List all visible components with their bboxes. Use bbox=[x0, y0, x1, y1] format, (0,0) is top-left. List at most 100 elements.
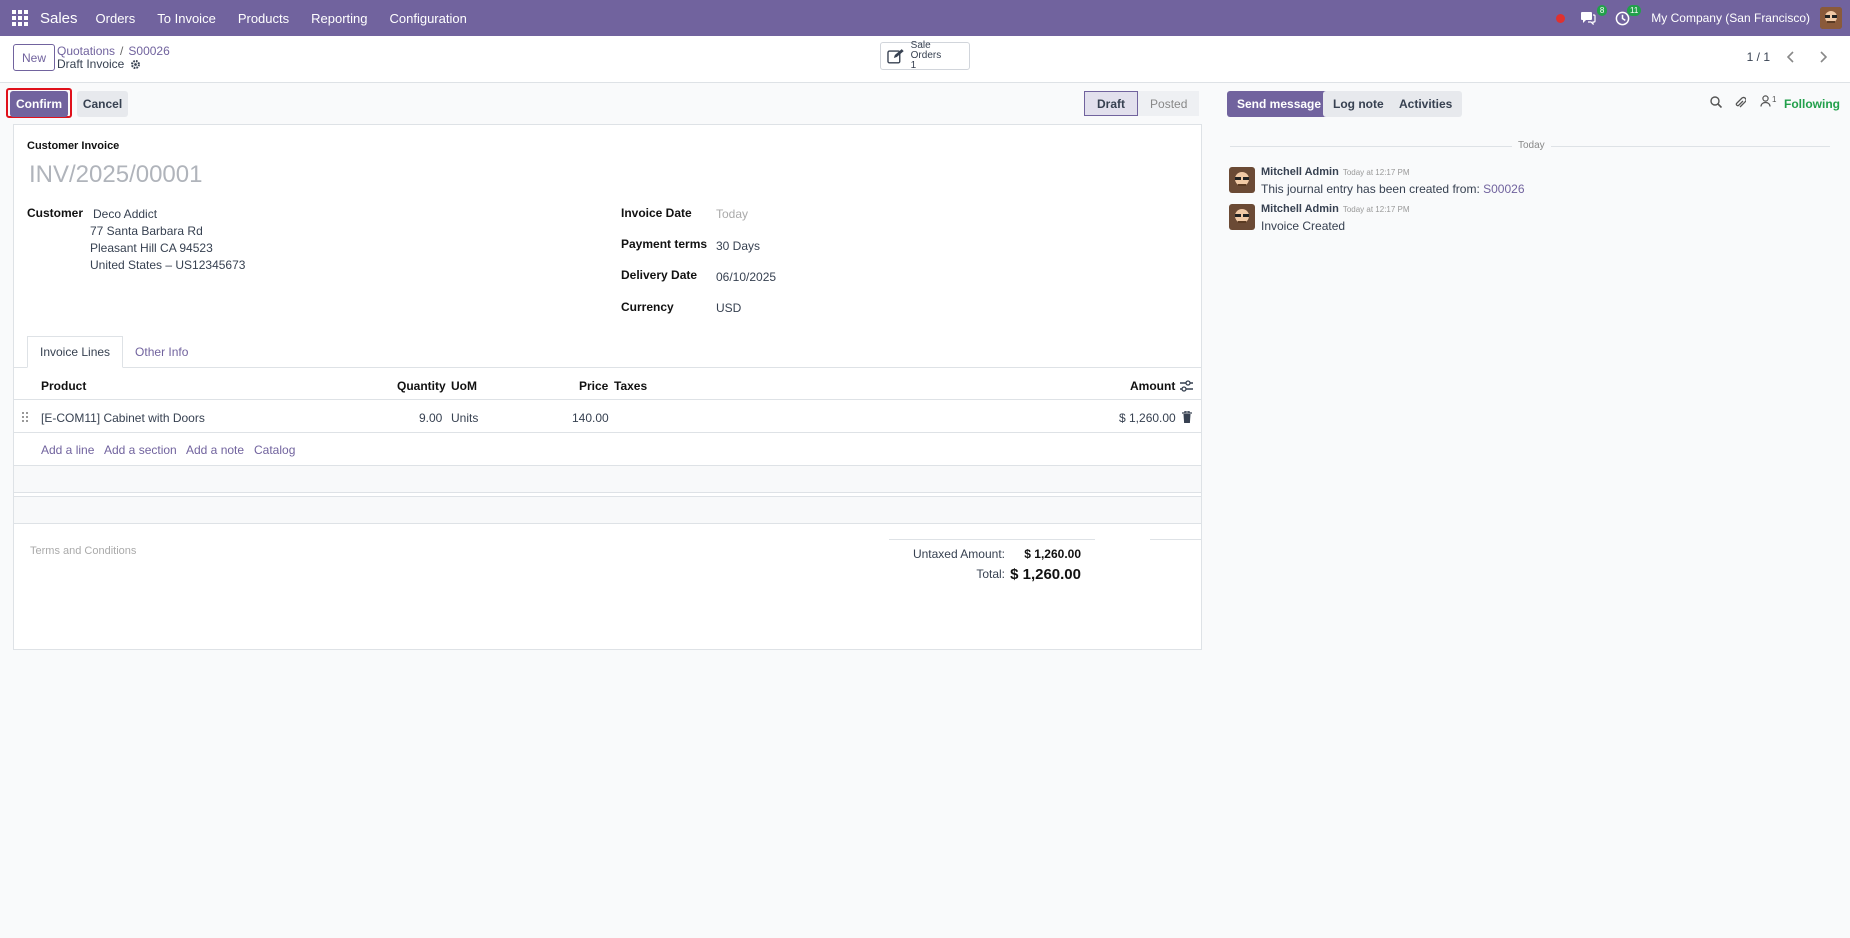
line-product[interactable]: [E-COM11] Cabinet with Doors bbox=[41, 411, 205, 425]
menu-configuration[interactable]: Configuration bbox=[386, 11, 471, 26]
customer-field[interactable]: Deco Addict bbox=[93, 207, 157, 221]
menu-orders[interactable]: Orders bbox=[92, 11, 140, 26]
confirm-button[interactable]: Confirm bbox=[10, 91, 68, 117]
record-title-text: Draft Invoice bbox=[57, 57, 125, 71]
col-taxes[interactable]: Taxes bbox=[614, 379, 647, 393]
column-settings-icon[interactable] bbox=[1180, 380, 1193, 392]
totals-top-divider bbox=[889, 539, 1095, 540]
notebook-tabs: Invoice Lines Other Info bbox=[27, 336, 200, 368]
trash-icon[interactable] bbox=[1182, 411, 1192, 423]
invoice-number[interactable]: INV/2025/00001 bbox=[29, 161, 202, 189]
message-author[interactable]: Mitchell Admin Today at 12:17 PM bbox=[1261, 166, 1410, 178]
message-author-name[interactable]: Mitchell Admin bbox=[1261, 203, 1339, 215]
edit-icon bbox=[887, 49, 904, 64]
payment-terms-field[interactable]: 30 Days bbox=[716, 239, 760, 253]
message-avatar[interactable] bbox=[1229, 167, 1255, 193]
address-line-2: Pleasant Hill CA 94523 bbox=[90, 241, 213, 255]
add-section-link[interactable]: Add a section bbox=[104, 443, 177, 457]
message-text: This journal entry has been created from… bbox=[1261, 182, 1484, 196]
apps-menu-icon[interactable] bbox=[0, 0, 40, 36]
untaxed-label: Untaxed Amount: bbox=[912, 547, 1005, 561]
status-bar: Draft Posted bbox=[1084, 91, 1200, 116]
status-draft[interactable]: Draft bbox=[1084, 91, 1139, 116]
col-quantity[interactable]: Quantity bbox=[397, 379, 446, 393]
customer-label: Customer bbox=[27, 206, 84, 220]
total-value: $ 1,260.00 bbox=[1010, 566, 1081, 583]
row-divider bbox=[14, 432, 1201, 433]
followers-button[interactable]: 1 bbox=[1760, 95, 1776, 107]
menu-products[interactable]: Products bbox=[234, 11, 293, 26]
date-separator-label: Today bbox=[1512, 140, 1551, 151]
empty-row-1 bbox=[14, 465, 1201, 493]
delivery-date-label: Delivery Date bbox=[621, 268, 698, 282]
search-icon[interactable] bbox=[1710, 96, 1722, 108]
chevron-right-icon[interactable] bbox=[1812, 46, 1834, 68]
col-uom[interactable]: UoM bbox=[451, 379, 477, 393]
drag-handle-icon[interactable] bbox=[22, 412, 28, 422]
address-line-1: 77 Santa Barbara Rd bbox=[90, 224, 203, 238]
currency-field[interactable]: USD bbox=[716, 301, 741, 315]
top-navbar: Sales Orders To Invoice Products Reporti… bbox=[0, 0, 1850, 36]
message-link[interactable]: S00026 bbox=[1483, 182, 1524, 196]
menu-reporting[interactable]: Reporting bbox=[307, 11, 371, 26]
send-message-button[interactable]: Send message bbox=[1227, 91, 1332, 117]
message-body: Invoice Created bbox=[1261, 219, 1346, 233]
user-avatar[interactable] bbox=[1820, 7, 1842, 29]
activities-count-badge: 11 bbox=[1626, 5, 1642, 16]
col-price[interactable]: Price bbox=[579, 379, 608, 393]
header-divider bbox=[14, 399, 1201, 400]
breadcrumb-quotations[interactable]: Quotations bbox=[57, 44, 115, 58]
payment-terms-label: Payment terms bbox=[621, 237, 708, 251]
delivery-date-field[interactable]: 06/10/2025 bbox=[716, 270, 776, 284]
message-author-name[interactable]: Mitchell Admin bbox=[1261, 166, 1339, 178]
menu-to-invoice[interactable]: To Invoice bbox=[153, 11, 220, 26]
invoice-date-field[interactable]: Today bbox=[716, 207, 748, 221]
add-note-link[interactable]: Add a note bbox=[186, 443, 244, 457]
activities-button[interactable]: Activities bbox=[1389, 91, 1463, 117]
address-line-3: United States – US12345673 bbox=[90, 258, 246, 272]
messages-icon[interactable]: 8 bbox=[1577, 5, 1608, 29]
line-price[interactable]: 140.00 bbox=[572, 411, 609, 425]
message-body: This journal entry has been created from… bbox=[1261, 182, 1525, 196]
line-quantity[interactable]: 9.00 bbox=[419, 411, 442, 425]
breadcrumb: Quotations / S00026 bbox=[57, 44, 170, 58]
message-avatar[interactable] bbox=[1229, 204, 1255, 230]
message-author[interactable]: Mitchell Admin Today at 12:17 PM bbox=[1261, 203, 1410, 215]
pager-value[interactable]: 1 / 1 bbox=[1747, 50, 1770, 64]
paperclip-icon[interactable] bbox=[1734, 96, 1746, 109]
message-time: Today at 12:17 PM bbox=[1342, 205, 1410, 214]
invoice-type-label: Customer Invoice bbox=[27, 140, 120, 152]
smart-button-count: 1 bbox=[910, 60, 917, 71]
cancel-button[interactable]: Cancel bbox=[77, 91, 128, 117]
new-button[interactable]: New bbox=[13, 44, 56, 71]
message-time: Today at 12:17 PM bbox=[1342, 168, 1410, 177]
record-title: Draft Invoice bbox=[57, 57, 141, 71]
breadcrumb-order[interactable]: S00026 bbox=[128, 44, 169, 58]
col-amount[interactable]: Amount bbox=[1130, 379, 1175, 393]
log-note-button[interactable]: Log note bbox=[1323, 91, 1394, 117]
line-amount: $ 1,260.00 bbox=[1119, 411, 1176, 425]
recording-indicator-icon[interactable] bbox=[1556, 13, 1566, 23]
control-panel: New Quotations / S00026 Draft Invoice Sale… bbox=[0, 36, 1850, 83]
tab-invoice-lines[interactable]: Invoice Lines bbox=[27, 336, 124, 368]
company-switcher[interactable]: My Company (San Francisco) bbox=[1651, 11, 1810, 25]
sale-orders-smart-button[interactable]: Sale Orders 1 bbox=[880, 41, 970, 71]
app-name[interactable]: Sales bbox=[40, 10, 78, 27]
catalog-link[interactable]: Catalog bbox=[254, 443, 295, 457]
terms-and-conditions-field[interactable]: Terms and Conditions bbox=[30, 545, 136, 557]
tab-other-info[interactable]: Other Info bbox=[123, 336, 200, 368]
gear-icon[interactable] bbox=[130, 59, 141, 70]
col-product[interactable]: Product bbox=[41, 379, 86, 393]
currency-label: Currency bbox=[621, 300, 674, 314]
following-button[interactable]: Following bbox=[1784, 97, 1840, 111]
add-line-link[interactable]: Add a line bbox=[41, 443, 94, 457]
status-posted[interactable]: Posted bbox=[1138, 91, 1200, 116]
pager: 1 / 1 bbox=[1747, 46, 1834, 68]
invoice-form-sheet: Customer Invoice INV/2025/00001 Customer… bbox=[13, 124, 1202, 650]
invoice-date-label: Invoice Date bbox=[621, 206, 692, 220]
messages-count-badge: 8 bbox=[1596, 5, 1608, 16]
line-uom[interactable]: Units bbox=[451, 411, 478, 425]
chevron-left-icon[interactable] bbox=[1780, 46, 1802, 68]
empty-row-2 bbox=[14, 496, 1201, 524]
activities-clock-icon[interactable]: 11 bbox=[1611, 5, 1642, 29]
